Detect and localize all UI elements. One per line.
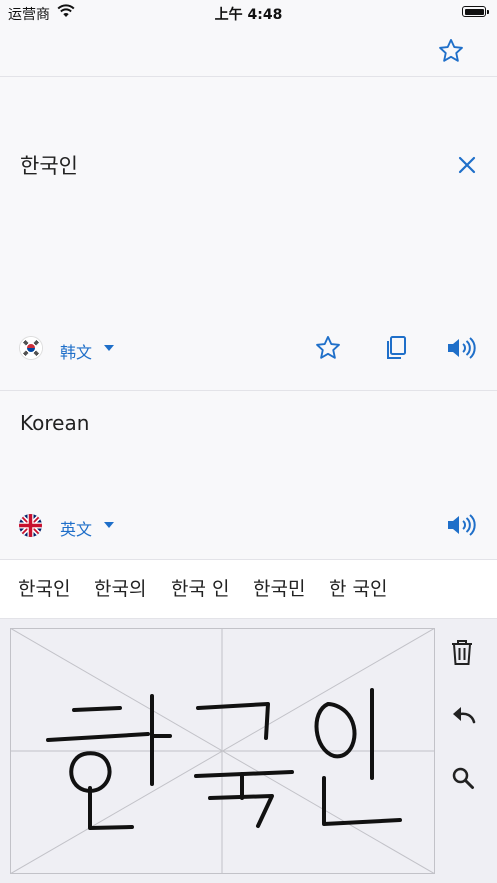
nav-bar — [0, 26, 497, 77]
battery-icon — [462, 6, 489, 17]
speaker-icon[interactable] — [446, 513, 480, 537]
suggestion-bar — [0, 560, 497, 619]
suggestion-item[interactable]: 한국 인 — [171, 574, 229, 601]
source-text[interactable]: 한국인 — [20, 150, 78, 180]
handwriting-canvas[interactable] — [10, 628, 435, 874]
suggestion-item[interactable]: 한국인 — [18, 574, 70, 601]
suggestion-item[interactable]: 한 국인 — [329, 574, 387, 601]
favorites-star-icon[interactable] — [437, 37, 465, 65]
trash-icon[interactable] — [450, 638, 474, 666]
copy-icon[interactable] — [384, 335, 408, 361]
status-time: 上午 4:48 — [214, 7, 283, 23]
target-language-select[interactable]: 英文 — [60, 516, 92, 540]
handwriting-strokes — [46, 688, 402, 830]
suggestion-item[interactable]: 한국민 — [253, 574, 305, 601]
undo-icon[interactable] — [450, 704, 476, 726]
suggestion-item[interactable]: 한국의 — [94, 574, 146, 601]
close-icon[interactable] — [456, 154, 478, 176]
speaker-icon[interactable] — [446, 336, 480, 360]
united-kingdom-flag-icon — [19, 514, 42, 537]
search-icon[interactable] — [451, 766, 475, 790]
south-korea-flag-icon — [20, 337, 42, 359]
translation-text: Korean — [20, 411, 90, 435]
source-language-select[interactable]: 韩文 — [60, 339, 92, 363]
star-icon[interactable] — [314, 334, 342, 362]
chevron-down-icon[interactable] — [104, 522, 114, 528]
chevron-down-icon[interactable] — [104, 345, 114, 351]
